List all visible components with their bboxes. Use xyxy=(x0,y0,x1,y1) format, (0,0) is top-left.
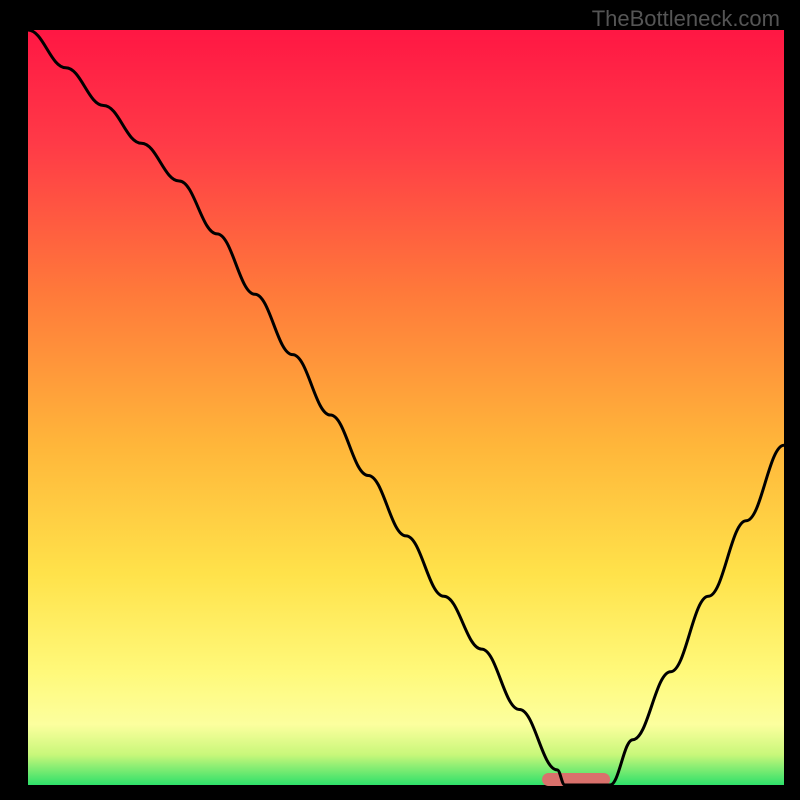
watermark-text: TheBottleneck.com xyxy=(592,6,780,32)
chart-svg xyxy=(0,0,800,800)
bottleneck-chart xyxy=(0,0,800,800)
